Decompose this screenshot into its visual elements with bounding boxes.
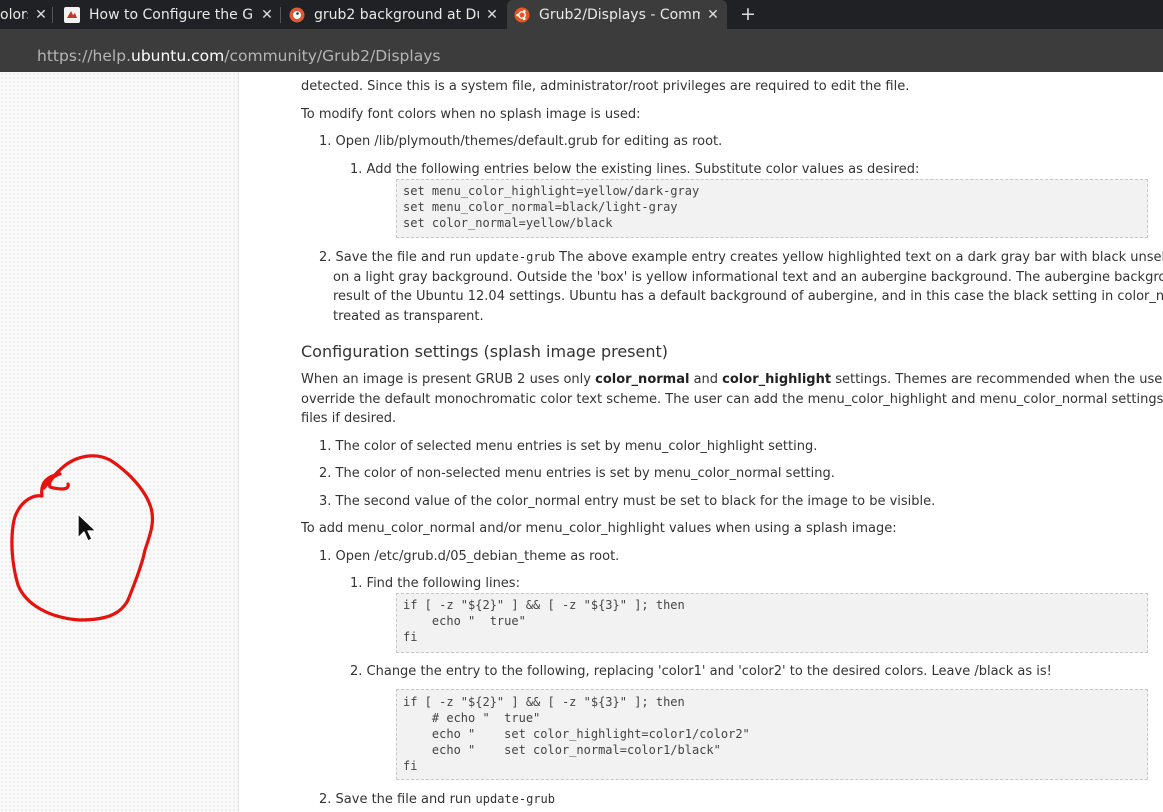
step-2-text-a: 2. Save the file and run <box>319 250 476 265</box>
tab-bar: olors ✕ How to Configure the GR ✕ grub2 … <box>0 0 1163 29</box>
tab-title: How to Configure the GR <box>89 6 254 23</box>
save-step-text: 2. Save the file and run <box>319 792 476 807</box>
url-host: ubuntu.com <box>131 47 225 65</box>
step-1: 1. Open /lib/plymouth/themes/default.gru… <box>319 134 723 149</box>
add-intro: To add menu_color_normal and/or menu_col… <box>301 521 897 536</box>
intro-line: detected. Since this is a system file, a… <box>301 79 910 94</box>
new-tab-button[interactable]: + <box>740 3 756 25</box>
para-line-3: files if desired. <box>301 411 397 426</box>
section-heading: Configuration settings (splash image pre… <box>301 342 669 361</box>
para-line-2: override the default monochromatic color… <box>301 392 1163 407</box>
open-step: 1. Open /etc/grub.d/05_debian_theme as r… <box>319 549 620 564</box>
ubuntu-icon <box>514 7 530 23</box>
mouse-cursor-icon <box>77 513 97 542</box>
find-step: 1. Find the following lines: <box>350 576 520 591</box>
list-item-1: 1. The color of selected menu entries is… <box>319 439 818 454</box>
step-2-line-4: treated as transparent. <box>333 309 484 324</box>
para-text-d: settings. Themes are recommended when th… <box>835 372 1163 387</box>
article-content: detected. Since this is a system file, a… <box>239 72 1163 812</box>
update-grub-command: update-grub <box>475 792 556 806</box>
save-step: 2. Save the file and run update-grub <box>319 790 555 810</box>
list-item-3: 3. The second value of the color_normal … <box>319 494 936 509</box>
close-icon[interactable]: ✕ <box>706 7 720 23</box>
para-color-normal: color_normal <box>595 372 690 387</box>
update-grub-command: update-grub <box>475 250 556 264</box>
tab-configure-grub[interactable]: How to Configure the GR ✕ <box>64 0 274 29</box>
modify-intro: To modify font colors when no splash ima… <box>301 107 641 122</box>
url-text[interactable]: https://help.ubuntu.com/community/Grub2/… <box>37 47 440 65</box>
step-2-line-2: on a light gray background. Outside the … <box>333 270 1163 285</box>
step-2-text-b: The above example entry creates yellow h… <box>559 250 1163 265</box>
step-2-line-1: 2. Save the file and run update-grub The… <box>319 248 1163 268</box>
close-icon[interactable]: ✕ <box>34 7 48 23</box>
para-line-1: When an image is present GRUB 2 uses onl… <box>301 370 1163 390</box>
code-block-2: if [ -z "${2}" ] && [ -z "${3}" ]; then … <box>396 593 1148 653</box>
tab-separator <box>52 7 53 23</box>
code-block-1: set menu_color_highlight=yellow/dark-gra… <box>396 179 1148 238</box>
tab-colors[interactable]: olors ✕ <box>0 0 48 29</box>
change-step: 2. Change the entry to the following, re… <box>350 664 1052 679</box>
site-icon <box>64 6 80 23</box>
para-color-highlight: color_highlight <box>722 372 832 387</box>
tab-duckduckgo[interactable]: grub2 background at Duc ✕ <box>289 0 499 29</box>
para-text-a: When an image is present GRUB 2 uses onl… <box>301 372 596 387</box>
tab-title: olors <box>0 6 28 23</box>
close-icon[interactable]: ✕ <box>260 7 274 23</box>
tab-grub2-displays[interactable]: Grub2/Displays - Commu ✕ <box>507 0 727 29</box>
url-path: /community/Grub2/Displays <box>224 47 441 65</box>
list-item-2: 2. The color of non-selected menu entrie… <box>319 466 835 481</box>
tab-title: grub2 background at Duc <box>314 6 479 23</box>
tab-separator <box>280 7 281 23</box>
step-2-line-3: result of the Ubuntu 12.04 settings. Ubu… <box>333 289 1163 304</box>
duckduckgo-icon <box>289 7 305 23</box>
url-prefix: https://help. <box>37 47 131 65</box>
para-text-c: and <box>689 372 723 387</box>
close-icon[interactable]: ✕ <box>485 7 499 23</box>
step-1-sub: 1. Add the following entries below the e… <box>350 162 920 177</box>
code-block-3: if [ -z "${2}" ] && [ -z "${3}" ]; then … <box>396 689 1148 780</box>
tab-title: Grub2/Displays - Commu <box>539 6 700 23</box>
